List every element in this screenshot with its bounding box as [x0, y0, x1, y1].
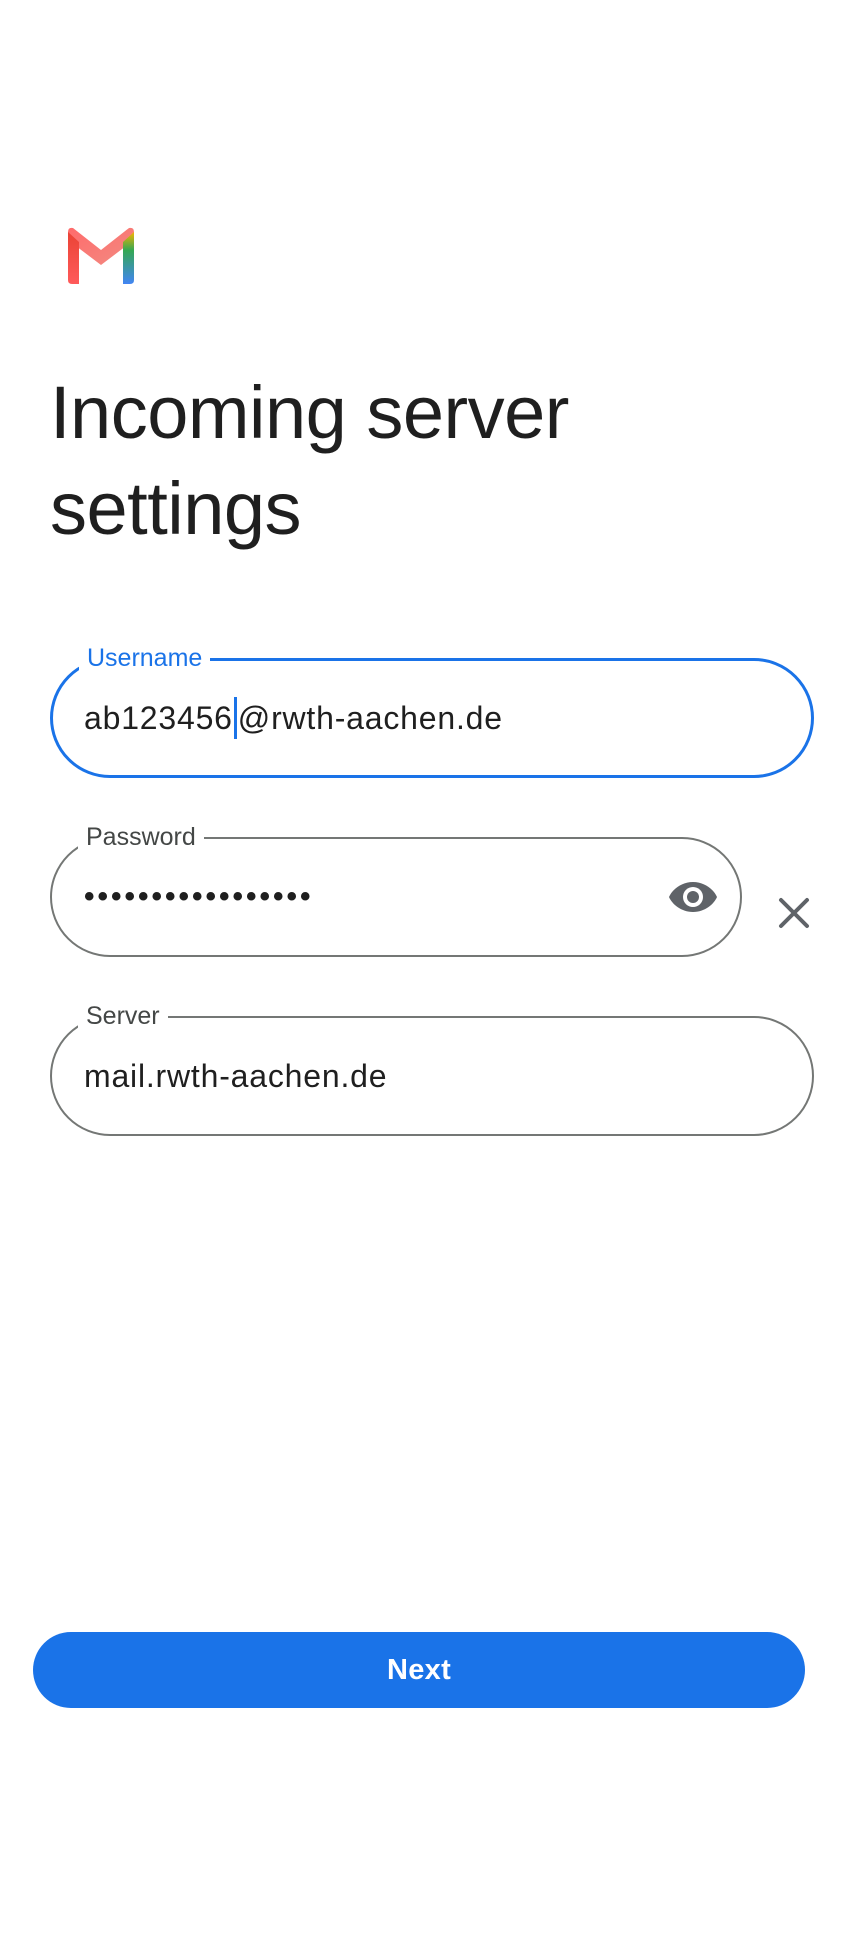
username-field[interactable]: Username ab123456 @rwth-aachen.de — [50, 643, 814, 778]
username-value-after-caret: @rwth-aachen.de — [237, 699, 503, 736]
text-caret — [233, 697, 237, 739]
close-icon[interactable] — [774, 893, 814, 933]
username-value-before-caret: ab123456 — [84, 699, 233, 736]
password-input[interactable]: ••••••••••••••••• — [84, 839, 314, 955]
server-field[interactable]: Server mail.rwth-aachen.de — [50, 1001, 814, 1136]
page-title: Incoming server settings — [50, 371, 569, 550]
server-input[interactable]: mail.rwth-aachen.de — [84, 1018, 387, 1134]
eye-icon[interactable] — [668, 880, 718, 914]
username-input[interactable]: ab123456 @rwth-aachen.de — [84, 661, 503, 775]
next-button[interactable]: Next — [33, 1632, 805, 1708]
password-field[interactable]: Password ••••••••••••••••• — [50, 822, 742, 957]
gmail-logo-icon — [68, 227, 134, 284]
